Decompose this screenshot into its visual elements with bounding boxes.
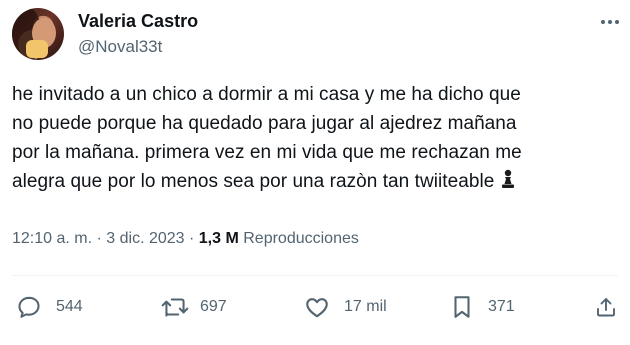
chess-pawn-icon (502, 169, 515, 188)
retweet-icon (161, 298, 189, 317)
tweet-text: he invitado a un chico a dormir a mi cas… (12, 80, 622, 196)
like-count: 17 mil (344, 298, 387, 315)
divider (12, 275, 618, 276)
author-handle[interactable]: @Noval33t (78, 37, 162, 57)
tweet-line-last: alegra que por lo menos sea por una razò… (12, 167, 622, 196)
retweet-count: 697 (200, 298, 227, 315)
like-button[interactable]: 17 mil (304, 292, 387, 322)
avatar-drink (26, 40, 48, 58)
reply-button[interactable]: 544 (16, 292, 83, 322)
reply-icon (18, 296, 40, 318)
author-display-name[interactable]: Valeria Castro (78, 11, 198, 32)
avatar[interactable] (12, 8, 64, 60)
like-icon (306, 298, 328, 318)
bookmark-button[interactable]: 371 (450, 292, 515, 322)
tweet-line: he invitado a un chico a dormir a mi cas… (12, 84, 521, 105)
share-icon (597, 298, 615, 317)
views-count: 1,3 M (198, 230, 239, 247)
reply-count: 544 (56, 298, 83, 315)
tweet-meta: 12:10 a. m. · 3 dic. 2023 · 1,3 M Reprod… (12, 230, 359, 248)
more-icon (601, 20, 619, 24)
timestamp[interactable]: 12:10 a. m. · 3 dic. 2023 · (12, 230, 194, 247)
views-label: Reproducciones (243, 230, 359, 247)
tweet-line: alegra que por lo menos sea por una razò… (12, 171, 495, 192)
retweet-button[interactable]: 697 (160, 292, 227, 322)
more-options-button[interactable] (596, 12, 624, 32)
bookmark-icon (454, 296, 470, 318)
share-button[interactable] (594, 292, 618, 322)
tweet-line: por la mañana. primera vez en mi vida qu… (12, 142, 522, 163)
tweet-card: Valeria Castro @Noval33t he invitado a u… (0, 0, 630, 345)
bookmark-count: 371 (488, 298, 515, 315)
tweet-line: no puede porque ha quedado para jugar al… (12, 113, 517, 134)
